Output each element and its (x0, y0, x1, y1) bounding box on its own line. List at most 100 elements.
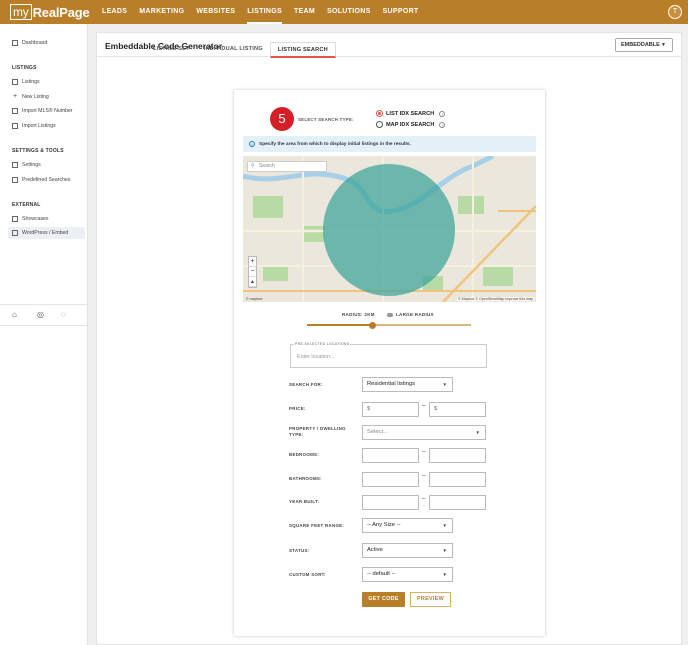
nav-item-listings[interactable]: LISTINGS (247, 0, 282, 24)
search-list-icon (12, 177, 18, 183)
select-value: Select... (367, 429, 388, 435)
sidebar-item-label: New Listing (22, 94, 49, 100)
large-radius-toggle[interactable] (387, 313, 393, 317)
caret-down-icon: ▼ (442, 548, 447, 553)
caret-down-icon: ▼ (442, 523, 447, 528)
year-built-max-input[interactable] (429, 495, 486, 510)
search-for-select[interactable]: Residential listings ▼ (362, 377, 453, 392)
zoom-in-button[interactable]: + (249, 257, 256, 267)
range-separator: – (422, 403, 426, 409)
bedrooms-min-input[interactable] (362, 448, 419, 463)
square-feet-label: SQUARE FEET RANGE: (289, 523, 345, 528)
info-text: Specify the area from which to display i… (259, 141, 411, 147)
square-feet-select[interactable]: -- Any Size -- ▼ (362, 518, 453, 533)
embeddable-dropdown-label: EMBEDDABLE (621, 42, 660, 48)
sidebar-item-listings[interactable]: Listings (12, 77, 40, 87)
sidebar-item-label: WordPress / Embed (22, 230, 69, 236)
radius-slider-fill (307, 324, 373, 326)
user-avatar[interactable]: T (668, 5, 682, 19)
bathrooms-max-input[interactable] (429, 472, 486, 487)
location-input[interactable]: Enter location... (297, 354, 334, 360)
sidebar-item-showcases[interactable]: Showcases (12, 214, 49, 224)
sidebar-item-predefined-searches[interactable]: Predefined Searches (12, 175, 70, 185)
sidebar-item-label: Import Listings (22, 123, 56, 129)
import-icon (12, 108, 18, 114)
embed-icon (12, 230, 18, 236)
compass-icon[interactable]: ▲ (249, 277, 256, 287)
price-min-input[interactable]: $ (362, 402, 419, 417)
settings-icon (12, 162, 18, 168)
price-label: PRICE: (289, 406, 306, 411)
get-code-button[interactable]: GET CODE (362, 592, 405, 607)
caret-down-icon: ▼ (442, 382, 447, 387)
map-attribution[interactable]: © Mapbox © OpenStreetMap Improve this ma… (456, 297, 534, 301)
radio-label: MAP IDX SEARCH (386, 121, 435, 128)
sidebar: Dashboard LISTINGS Listings + New Listin… (0, 24, 88, 645)
help-lifebuoy-icon[interactable]: ◎ (37, 311, 45, 319)
property-type-select[interactable]: Select... ▼ (362, 425, 486, 440)
search-for-label: SEARCH FOR: (289, 382, 323, 387)
sidebar-item-new-listing[interactable]: + New Listing (12, 92, 49, 102)
nav-menu: LEADS MARKETING WEBSITES LISTINGS TEAM S… (102, 0, 431, 24)
tab-listing-set[interactable]: LISTING SET (146, 42, 197, 58)
bathrooms-min-input[interactable] (362, 472, 419, 487)
sidebar-section-settings: SETTINGS & TOOLS (12, 148, 64, 154)
caret-down-icon: ▼ (661, 42, 666, 48)
map-search-input[interactable]: ⚲ Search (247, 161, 327, 172)
location-map[interactable]: ⚲ Search + − ▲ © mapbox © Mapbox © OpenS… (243, 156, 536, 302)
tab-listing-search[interactable]: LISTING SEARCH (269, 42, 336, 58)
year-built-min-input[interactable] (362, 495, 419, 510)
pre-selected-locations-label: PRE-SELECTED LOCATIONS (294, 342, 351, 346)
sidebar-item-label: Import MLS® Number (22, 108, 73, 114)
year-built-label: YEAR BUILT: (289, 499, 320, 504)
property-type-label: PROPERTY / DWELLING TYPE: (289, 426, 346, 437)
help-icon[interactable]: ? (439, 121, 446, 128)
sidebar-item-wordpress-embed[interactable]: WordPress / Embed (12, 228, 68, 238)
bedrooms-max-input[interactable] (429, 448, 486, 463)
sidebar-item-settings[interactable]: Settings (12, 160, 41, 170)
price-max-input[interactable]: $ (429, 402, 486, 417)
logo-text: RealPage (32, 4, 90, 20)
chat-icon[interactable]: ◌ (61, 311, 69, 319)
nav-item-support[interactable]: SUPPORT (383, 0, 419, 24)
nav-item-marketing[interactable]: MARKETING (139, 0, 184, 24)
radio-button[interactable] (376, 121, 383, 128)
top-navbar: my RealPage LEADS MARKETING WEBSITES LIS… (0, 0, 688, 24)
step-number-badge: 5 (270, 107, 294, 131)
help-icon[interactable]: ? (439, 110, 446, 117)
radio-list-idx-search[interactable]: LIST IDX SEARCH ? (376, 110, 446, 117)
radio-label: LIST IDX SEARCH (386, 110, 435, 117)
select-value: -- Any Size -- (367, 522, 401, 528)
radius-slider[interactable] (307, 321, 471, 329)
embeddable-dropdown[interactable]: EMBEDDABLE ▼ (615, 38, 673, 52)
nav-item-websites[interactable]: WEBSITES (196, 0, 235, 24)
range-separator: – (422, 449, 426, 455)
sidebar-item-import-listings[interactable]: Import Listings (12, 121, 56, 131)
radius-slider-handle[interactable] (369, 321, 377, 329)
caret-down-icon: ▼ (475, 430, 480, 435)
sidebar-item-label: Showcases (22, 216, 49, 222)
radio-map-idx-search[interactable]: MAP IDX SEARCH ? (376, 121, 446, 128)
myrealpage-logo[interactable]: my RealPage (10, 3, 90, 21)
tab-individual-listing[interactable]: INDIVIDUAL LISTING (197, 42, 270, 58)
sidebar-item-dashboard[interactable]: Dashboard (12, 38, 47, 48)
sidebar-item-import-mls[interactable]: Import MLS® Number (12, 106, 73, 116)
select-value: -- default -- (367, 571, 396, 577)
large-radius-label: LARGE RADIUS (396, 312, 434, 317)
home-icon[interactable]: ⌂ (12, 311, 20, 319)
showcase-icon (12, 216, 18, 222)
map-tiles (243, 156, 536, 302)
status-select[interactable]: Active ▼ (362, 543, 453, 558)
map-search-placeholder: Search (259, 163, 275, 169)
tab-bar: LISTING SET INDIVIDUAL LISTING LISTING S… (146, 42, 336, 58)
nav-item-team[interactable]: TEAM (294, 0, 315, 24)
pre-selected-locations-field[interactable]: PRE-SELECTED LOCATIONS Enter location... (290, 342, 487, 368)
nav-item-solutions[interactable]: SOLUTIONS (327, 0, 371, 24)
custom-sort-select[interactable]: -- default -- ▼ (362, 567, 453, 582)
nav-item-leads[interactable]: LEADS (102, 0, 127, 24)
preview-button[interactable]: PREVIEW (410, 592, 451, 607)
radio-button-selected[interactable] (376, 110, 383, 117)
listings-icon (12, 79, 18, 85)
sidebar-section-listings: LISTINGS (12, 65, 37, 71)
zoom-out-button[interactable]: − (249, 267, 256, 277)
